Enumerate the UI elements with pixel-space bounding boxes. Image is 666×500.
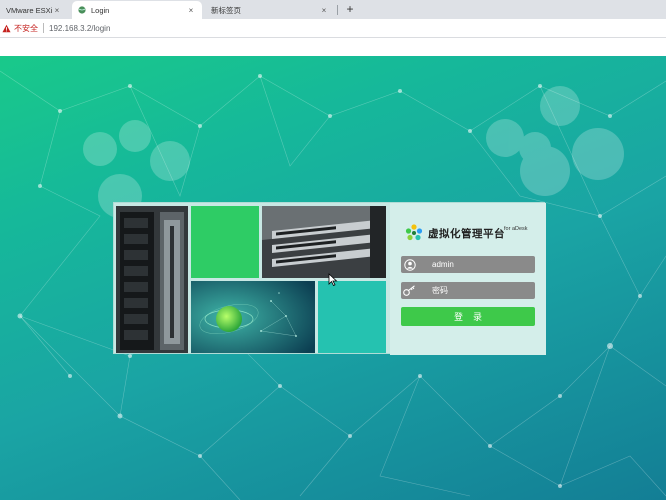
browser-tab-strip: VMware ESXi × Login × 新标签页 × + [0,0,666,19]
tab-title: 新标签页 [211,5,241,15]
tab-title: Login [91,5,110,15]
address-bar[interactable]: 不安全 192.168.3.2/login [0,19,666,38]
logo-icon [405,224,423,241]
login-form: 虚拟化管理平台 for aDesk admin 登录 [390,203,546,355]
login-page: 虚拟化管理平台 for aDesk admin 登录 [0,56,666,500]
tab-vmware-esxi[interactable]: VMware ESXi × [0,1,68,19]
teal-tile [318,281,386,353]
password-input[interactable] [432,286,532,295]
url-text[interactable]: 192.168.3.2/login [49,24,110,33]
security-status[interactable]: 不安全 [14,23,38,34]
server-rack-image [116,206,188,353]
mouse-cursor-icon [328,273,338,286]
password-field[interactable] [401,282,535,299]
username-field[interactable] [401,256,535,273]
platform-subtitle: for aDesk [504,226,528,232]
platform-title: 虚拟化管理平台 [428,227,505,240]
globe-network-image [191,281,315,353]
tab-separator [337,5,338,15]
close-icon[interactable]: × [319,6,329,15]
address-divider [43,23,44,33]
globe-icon [78,6,86,14]
key-icon [401,282,418,299]
warning-icon [2,24,11,32]
close-icon[interactable]: × [186,6,196,15]
login-button[interactable]: 登录 [401,307,535,326]
new-tab-button[interactable]: + [343,2,357,16]
bookmarks-bar [0,38,666,56]
close-icon[interactable]: × [52,6,62,15]
username-input[interactable] [432,260,532,269]
green-tile [191,206,259,278]
user-icon [401,256,418,273]
tab-title: VMware ESXi [6,5,52,15]
tab-login[interactable]: Login × [72,1,202,19]
brand-header: 虚拟化管理平台 [404,223,505,243]
tab-new-tab[interactable]: 新标签页 × [205,1,335,19]
server-hardware-image [262,206,386,278]
